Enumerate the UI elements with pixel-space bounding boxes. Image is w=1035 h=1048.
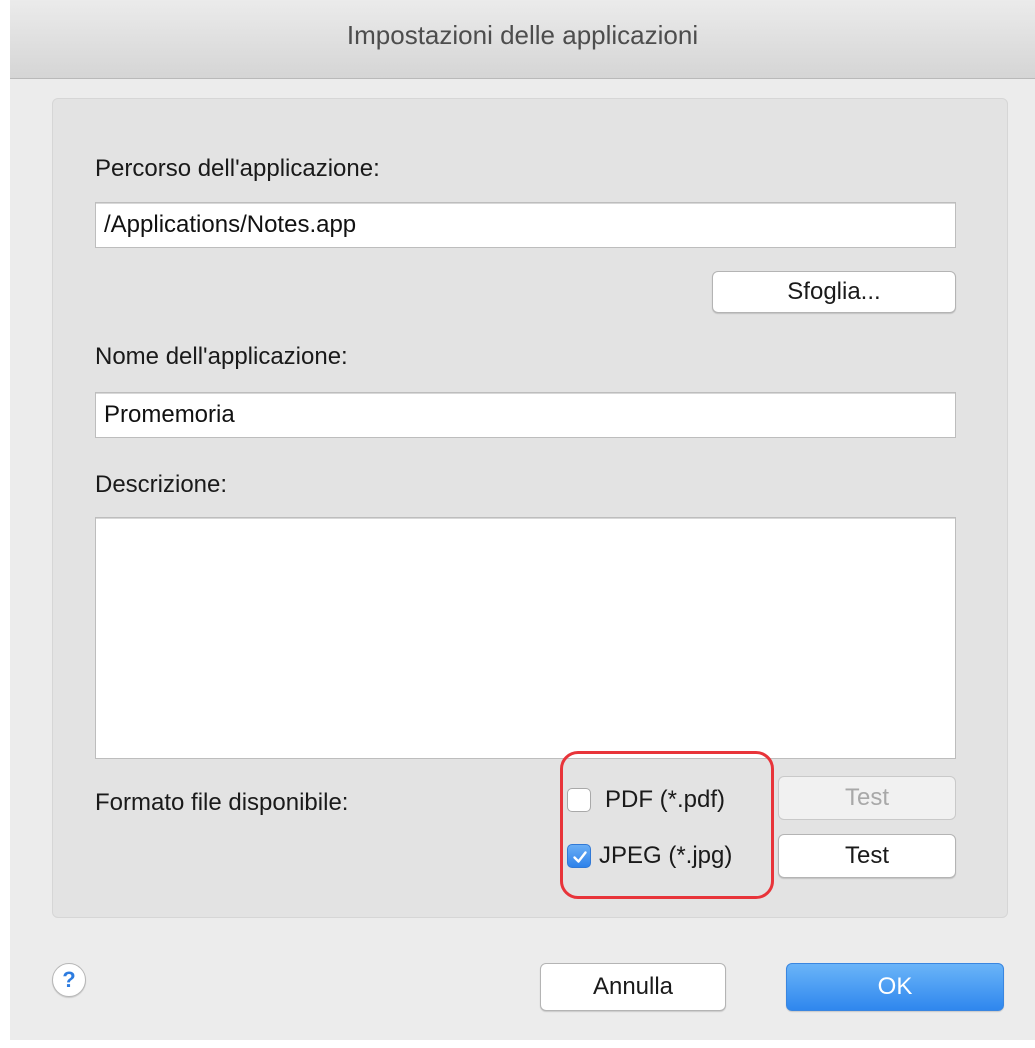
format-highlight-outline — [560, 751, 774, 899]
path-label: Percorso dell'applicazione: — [95, 155, 380, 182]
description-label: Descrizione: — [95, 471, 228, 498]
app-settings-dialog: Impostazioni delle applicazioni Percorso… — [10, 0, 1035, 1040]
help-button[interactable]: ? — [52, 963, 86, 997]
cancel-button[interactable]: Annulla — [540, 963, 726, 1011]
browse-button[interactable]: Sfoglia... — [712, 271, 956, 313]
window-title: Impostazioni delle applicazioni — [346, 20, 699, 50]
description-field[interactable] — [95, 517, 956, 759]
settings-panel: Percorso dell'applicazione: /Application… — [52, 98, 1008, 918]
format-label: Formato file disponibile: — [95, 789, 349, 816]
title-bar[interactable]: Impostazioni delle applicazioni — [10, 0, 1035, 79]
name-label: Nome dell'applicazione: — [95, 343, 348, 370]
ok-button[interactable]: OK — [786, 963, 1004, 1011]
pdf-test-button[interactable]: Test — [778, 776, 956, 820]
name-field[interactable]: Promemoria — [95, 392, 956, 438]
path-field[interactable]: /Applications/Notes.app — [95, 202, 956, 248]
jpeg-test-button[interactable]: Test — [778, 834, 956, 878]
question-mark-icon: ? — [62, 967, 76, 992]
